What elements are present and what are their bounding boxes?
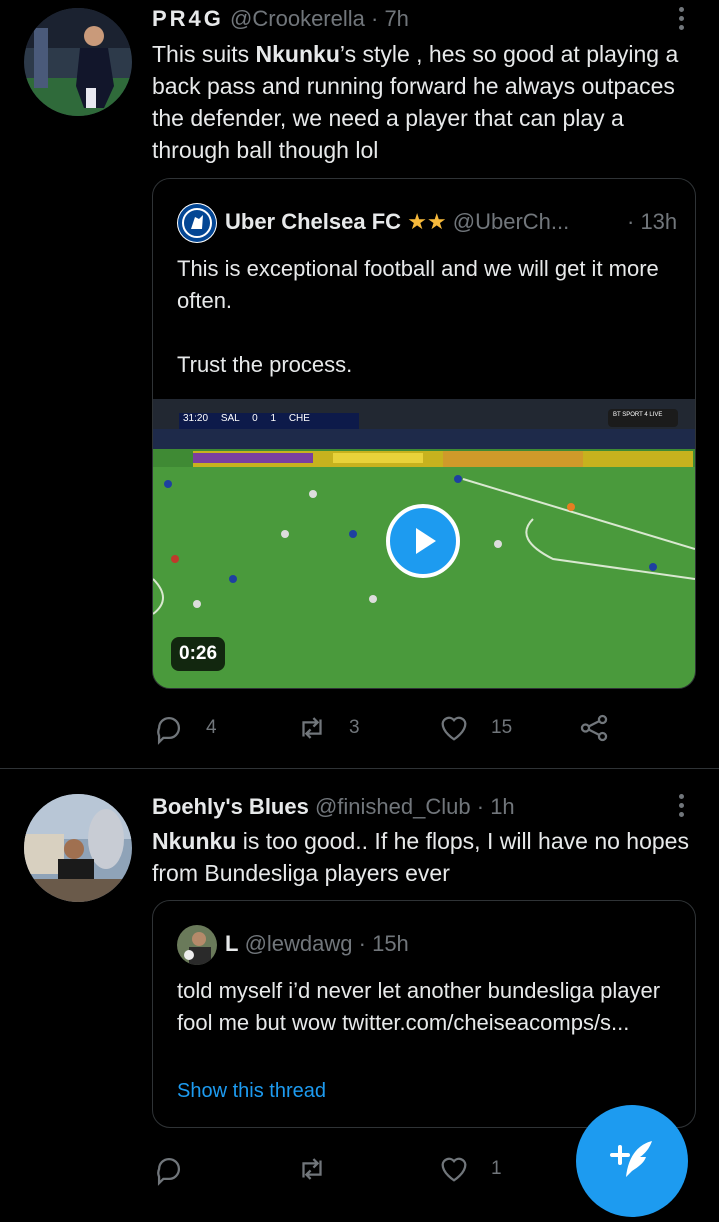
tweet[interactable]: PR4G @Crookerella · 7h This suits Nkunku… <box>0 0 719 768</box>
quote-timestamp[interactable]: · 13h <box>627 209 677 235</box>
feather-plus-icon <box>610 1141 652 1177</box>
reply-count: 4 <box>206 717 217 738</box>
timestamp[interactable]: · 7h <box>371 6 409 31</box>
star-badges-icon: ★★ <box>407 209 447 234</box>
display-name[interactable]: PR4G <box>152 6 224 31</box>
quote-text-line1: This is exceptional football and we will… <box>177 256 659 313</box>
handle[interactable]: @finished_Club <box>315 794 471 819</box>
video-player[interactable]: 31:20 SAL 0 1 CHE BT SPORT 4 LIVE 0:26 <box>153 399 695 688</box>
tweet-text-pre: This suits <box>152 41 256 67</box>
avatar[interactable] <box>24 8 132 116</box>
scoreboard: 31:20 SAL 0 1 CHE <box>183 413 310 424</box>
heart-icon <box>441 1157 467 1182</box>
quote-handle[interactable]: @UberCh... <box>453 209 569 234</box>
show-thread-link[interactable]: Show this thread <box>177 1075 677 1107</box>
like-count: 1 <box>491 1158 502 1179</box>
reply-button[interactable] <box>152 1149 206 1189</box>
tweet-header: PR4G @Crookerella · 7h <box>152 6 409 32</box>
reply-icon <box>157 1157 181 1186</box>
quote-header: Uber Chelsea FC ★★ @UberCh... <box>225 209 569 235</box>
timestamp[interactable]: · 1h <box>477 794 515 819</box>
quote-timestamp[interactable]: · 15h <box>359 931 409 956</box>
retweet-icon <box>302 717 322 739</box>
retweet-count: 3 <box>349 717 360 738</box>
reply-button[interactable]: 4 <box>152 708 217 748</box>
avatar[interactable] <box>24 794 132 902</box>
quote-text: told myself i’d never let another bundes… <box>177 978 661 1035</box>
video-duration-badge: 0:26 <box>171 637 226 671</box>
retweet-button[interactable] <box>295 1149 349 1189</box>
reply-icon <box>157 716 181 745</box>
display-name[interactable]: Boehly's Blues <box>152 794 309 819</box>
like-button[interactable]: 1 <box>437 1149 502 1189</box>
retweet-icon <box>302 1158 322 1180</box>
tweet-actions: 4 3 15 <box>152 708 622 748</box>
tweet-text: This suits Nkunku’s style , hes so good … <box>152 38 697 166</box>
quoted-tweet[interactable]: L @lewdawg · 15h told myself i’d never l… <box>152 900 696 1128</box>
play-button[interactable] <box>386 504 460 578</box>
mention-bold: Nkunku <box>152 828 237 854</box>
quote-header: L @lewdawg · 15h <box>225 931 409 957</box>
more-options-icon[interactable] <box>679 794 685 821</box>
quote-avatar[interactable] <box>177 925 217 965</box>
quoted-tweet[interactable]: Uber Chelsea FC ★★ @UberCh... · 13h This… <box>152 178 696 689</box>
quote-display-name[interactable]: Uber Chelsea FC <box>225 209 401 234</box>
away-team: CHE <box>288 413 310 424</box>
home-team: SAL <box>220 413 240 424</box>
quote-display-name[interactable]: L <box>225 931 238 956</box>
heart-icon <box>441 716 467 741</box>
retweet-button[interactable]: 3 <box>295 708 360 748</box>
share-icon <box>580 714 608 742</box>
more-options-icon[interactable] <box>679 7 685 34</box>
match-clock: 31:20 <box>183 413 209 424</box>
tweet-header: Boehly's Blues @finished_Club · 1h <box>152 794 515 820</box>
play-icon <box>416 528 436 554</box>
like-button[interactable]: 15 <box>437 708 512 748</box>
tweet-text: Nkunku is too good.. If he flops, I will… <box>152 825 697 889</box>
quote-text-line2: Trust the process. <box>177 352 353 377</box>
broadcaster-logo: BT SPORT 4 LIVE <box>613 412 663 418</box>
like-count: 15 <box>491 717 513 738</box>
quote-handle[interactable]: @lewdawg <box>245 931 353 956</box>
share-button[interactable] <box>577 708 611 748</box>
tweet-actions: 1 <box>152 1149 622 1189</box>
chelsea-logo-avatar[interactable] <box>177 203 217 243</box>
mention-bold: Nkunku <box>255 41 340 67</box>
handle[interactable]: @Crookerella <box>230 6 365 31</box>
home-score: 0 <box>252 413 258 424</box>
compose-tweet-button[interactable] <box>576 1105 688 1217</box>
away-score: 1 <box>270 413 277 424</box>
